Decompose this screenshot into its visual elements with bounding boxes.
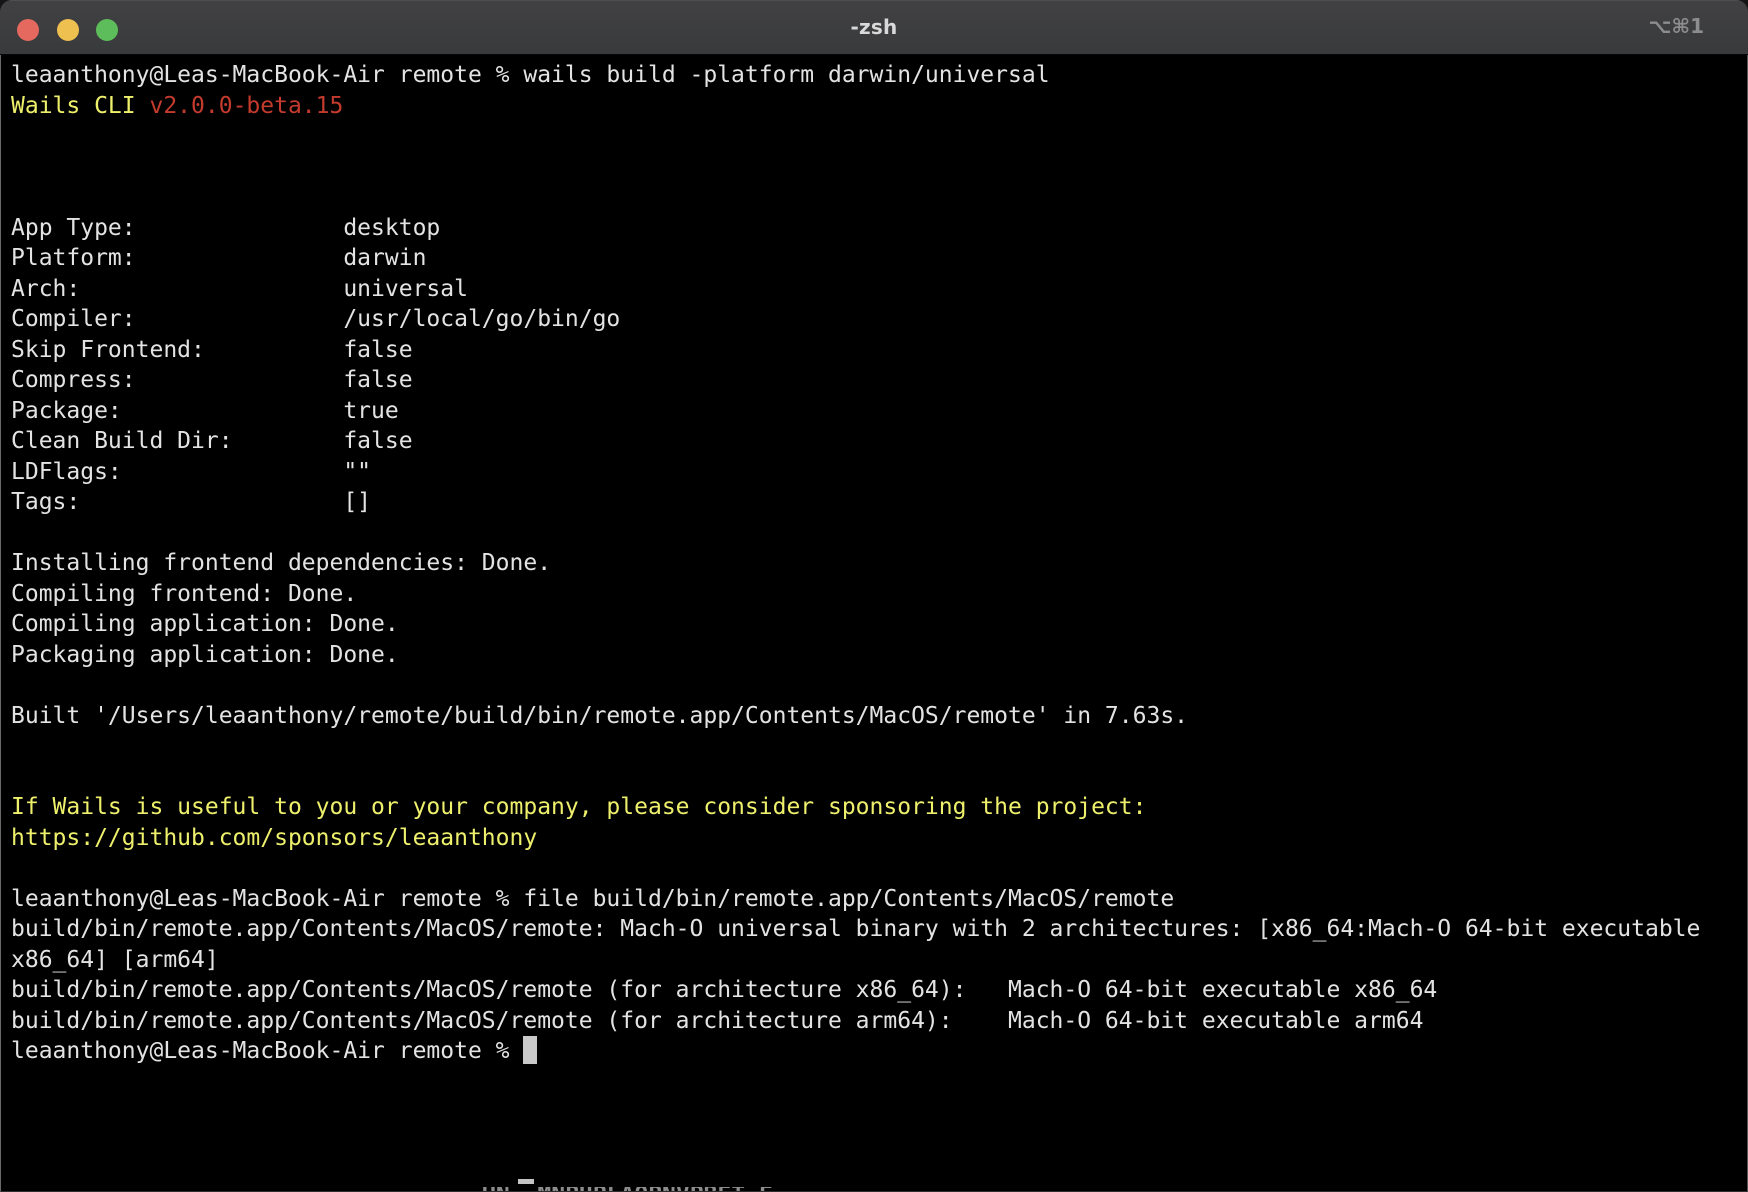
terminal-line: Compiling frontend: Done.: [11, 579, 1741, 610]
terminal-text: Skip Frontend: false: [11, 337, 413, 363]
terminal-line: [11, 182, 1741, 213]
cursor-ghost-artifact: [518, 1179, 534, 1184]
terminal-text: Built '/Users/leaanthony/remote/build/bi…: [11, 703, 1188, 729]
terminal-text: Arch: universal: [11, 276, 468, 302]
text-cursor: [523, 1036, 537, 1064]
terminal-line: build/bin/remote.app/Contents/MacOS/remo…: [11, 914, 1741, 945]
terminal-window: -zsh ⌥⌘1 leaanthony@Leas-MacBook-Air rem…: [0, 0, 1748, 1192]
terminal-text: Compiling frontend: Done.: [11, 581, 357, 607]
terminal-output[interactable]: leaanthony@Leas-MacBook-Air remote % wai…: [0, 55, 1748, 1192]
terminal-line: Arch: universal: [11, 274, 1741, 305]
terminal-line: Skip Frontend: false: [11, 335, 1741, 366]
clipped-text: UN MNPHPLAOPNVPBET E: [482, 1187, 812, 1191]
terminal-text: https://github.com/sponsors/leaanthony: [11, 825, 537, 851]
terminal-text: Clean Build Dir: false: [11, 428, 413, 454]
terminal-text: If Wails is useful to you or your compan…: [11, 794, 1146, 820]
titlebar[interactable]: -zsh ⌥⌘1: [0, 0, 1748, 55]
terminal-line: [11, 731, 1741, 762]
window-title: -zsh: [851, 15, 898, 39]
terminal-line: [11, 121, 1741, 152]
terminal-line: build/bin/remote.app/Contents/MacOS/remo…: [11, 1006, 1741, 1037]
terminal-line: If Wails is useful to you or your compan…: [11, 792, 1741, 823]
terminal-text: leaanthony@Leas-MacBook-Air remote % wai…: [11, 62, 1050, 88]
terminal-lines: leaanthony@Leas-MacBook-Air remote % wai…: [11, 60, 1741, 1067]
terminal-line: Clean Build Dir: false: [11, 426, 1741, 457]
terminal-line: [11, 853, 1741, 884]
clipped-bottom-line: UN MNPHPLAOPNVPBET E: [482, 1187, 812, 1191]
minimize-button[interactable]: [57, 19, 79, 41]
terminal-line: Compress: false: [11, 365, 1741, 396]
close-button[interactable]: [17, 19, 39, 41]
terminal-line: Wails CLI v2.0.0-beta.15: [11, 91, 1741, 122]
terminal-text: x86_64] [arm64]: [11, 947, 219, 973]
terminal-line: Built '/Users/leaanthony/remote/build/bi…: [11, 701, 1741, 732]
terminal-line: leaanthony@Leas-MacBook-Air remote % fil…: [11, 884, 1741, 915]
terminal-line: Platform: darwin: [11, 243, 1741, 274]
terminal-line: [11, 670, 1741, 701]
terminal-text: Installing frontend dependencies: Done.: [11, 550, 551, 576]
terminal-text: Platform: darwin: [11, 245, 426, 271]
terminal-text: v2.0.0-beta.15: [149, 93, 343, 119]
terminal-line: Compiling application: Done.: [11, 609, 1741, 640]
terminal-line: leaanthony@Leas-MacBook-Air remote %: [11, 1036, 1741, 1067]
terminal-text: Compiling application: Done.: [11, 611, 399, 637]
terminal-line: Packaging application: Done.: [11, 640, 1741, 671]
tab-shortcut-label: ⌥⌘1: [1648, 14, 1704, 38]
terminal-line: Package: true: [11, 396, 1741, 427]
terminal-text: Packaging application: Done.: [11, 642, 399, 668]
terminal-line: App Type: desktop: [11, 213, 1741, 244]
terminal-line: [11, 518, 1741, 549]
terminal-line: Installing frontend dependencies: Done.: [11, 548, 1741, 579]
zoom-button[interactable]: [96, 19, 118, 41]
traffic-lights: [17, 19, 118, 41]
terminal-text: Compiler: /usr/local/go/bin/go: [11, 306, 620, 332]
terminal-text: App Type: desktop: [11, 215, 440, 241]
terminal-text: Package: true: [11, 398, 399, 424]
terminal-line: [11, 152, 1741, 183]
terminal-line: Compiler: /usr/local/go/bin/go: [11, 304, 1741, 335]
terminal-line: leaanthony@Leas-MacBook-Air remote % wai…: [11, 60, 1741, 91]
terminal-line: LDFlags: "": [11, 457, 1741, 488]
terminal-line: build/bin/remote.app/Contents/MacOS/remo…: [11, 975, 1741, 1006]
terminal-text: build/bin/remote.app/Contents/MacOS/remo…: [11, 1008, 1423, 1034]
terminal-line: x86_64] [arm64]: [11, 945, 1741, 976]
terminal-text: Compress: false: [11, 367, 413, 393]
terminal-text: leaanthony@Leas-MacBook-Air remote % fil…: [11, 886, 1174, 912]
terminal-text: LDFlags: "": [11, 459, 371, 485]
terminal-line: Tags: []: [11, 487, 1741, 518]
terminal-text: Wails CLI: [11, 93, 149, 119]
terminal-text: Tags: []: [11, 489, 371, 515]
terminal-text: build/bin/remote.app/Contents/MacOS/remo…: [11, 916, 1700, 942]
terminal-line: [11, 762, 1741, 793]
terminal-text: leaanthony@Leas-MacBook-Air remote %: [11, 1038, 523, 1064]
terminal-line: https://github.com/sponsors/leaanthony: [11, 823, 1741, 854]
terminal-text: build/bin/remote.app/Contents/MacOS/remo…: [11, 977, 1437, 1003]
